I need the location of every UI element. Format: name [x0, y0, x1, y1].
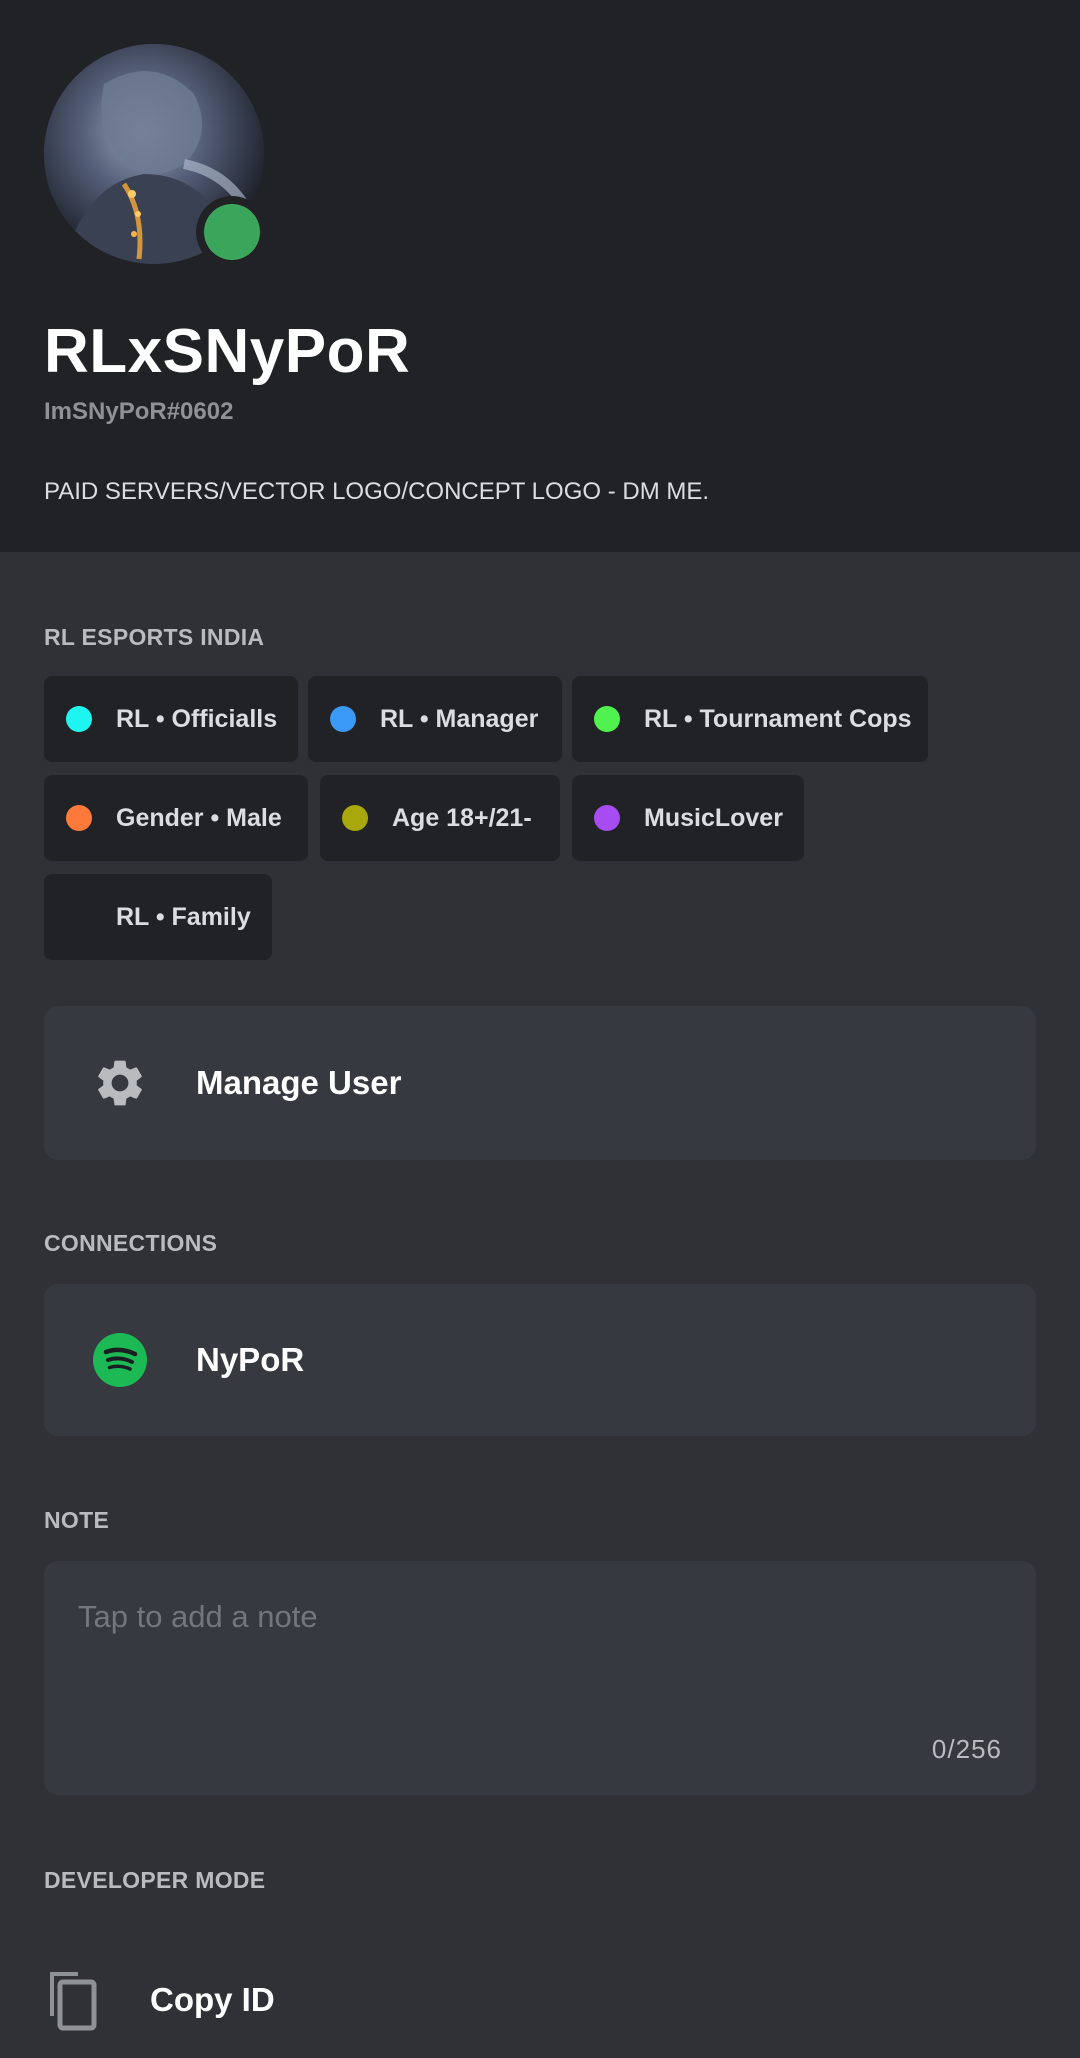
manage-user-label: Manage User: [196, 1064, 402, 1101]
role-label: RL • Tournament Cops: [644, 704, 912, 733]
role-label: Age 18+/21-: [392, 803, 532, 832]
role-color-icon: [594, 706, 620, 732]
role-label: Gender • Male: [116, 803, 282, 832]
role-pill: Gender • Male: [44, 775, 308, 861]
note-input[interactable]: Tap to add a note 0/256: [44, 1561, 1036, 1795]
role-color-icon: [330, 706, 356, 732]
online-status-icon: [204, 204, 260, 260]
note-label: NOTE: [44, 1507, 110, 1533]
role-pill: RL • Manager: [308, 676, 562, 762]
role-label: RL • Family: [116, 902, 251, 931]
profile-header: RLxSNyPoR ImSNyPoR#0602 PAID SERVERS/VEC…: [0, 0, 1080, 552]
role-color-icon: [342, 805, 368, 831]
note-placeholder: Tap to add a note: [78, 1599, 318, 1634]
role-pill: Age 18+/21-: [320, 775, 560, 861]
role-color-icon: [66, 805, 92, 831]
role-pill: RL • Officialls: [44, 676, 298, 762]
about-me: PAID SERVERS/VECTOR LOGO/CONCEPT LOGO - …: [44, 478, 710, 505]
gear-icon: [98, 1060, 142, 1106]
role-pill: RL • Family: [44, 874, 272, 960]
server-name-label: RL ESPORTS INDIA: [44, 624, 265, 650]
user-profile-sheet: RLxSNyPoR ImSNyPoR#0602 PAID SERVERS/VEC…: [0, 0, 1080, 2058]
user-tag[interactable]: ImSNyPoR#0602: [44, 398, 233, 426]
note-char-counter: 0/256: [931, 1734, 1002, 1764]
role-pill: RL • Tournament Cops: [572, 676, 928, 762]
role-label: MusicLover: [644, 803, 783, 832]
role-color-icon: [66, 904, 92, 930]
avatar-container[interactable]: [44, 44, 268, 268]
copy-id-label: Copy ID: [150, 1981, 275, 2018]
connection-name: NyPoR: [196, 1341, 305, 1378]
manage-user-button[interactable]: Manage User: [44, 1006, 1036, 1160]
copy-id-button[interactable]: Copy ID: [44, 1960, 275, 2040]
role-label: RL • Manager: [380, 704, 539, 733]
connection-item-spotify[interactable]: NyPoR: [44, 1284, 1036, 1436]
role-color-icon: [66, 706, 92, 732]
role-pill: MusicLover: [572, 775, 804, 861]
connections-label: CONNECTIONS: [44, 1230, 218, 1256]
developer-mode-label: DEVELOPER MODE: [44, 1867, 266, 1893]
spotify-icon: [93, 1333, 147, 1387]
copy-icon: [50, 1972, 97, 2031]
role-color-icon: [594, 805, 620, 831]
role-label: RL • Officialls: [116, 704, 278, 733]
display-name: RLxSNyPoR: [44, 317, 411, 386]
